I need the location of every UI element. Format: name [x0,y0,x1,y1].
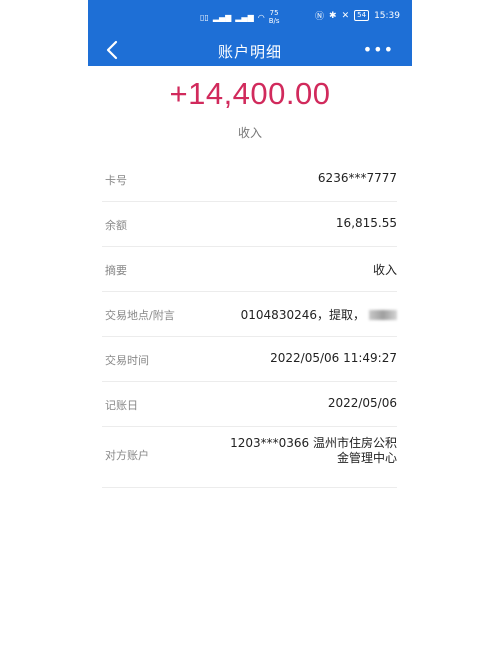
redacted-text [369,310,397,320]
bluetooth-icon: ✱ [329,10,337,21]
detail-row-summary: 摘要 收入 [102,247,397,292]
detail-value: 6236***7777 [317,171,397,185]
detail-value: 2022/05/06 11:49:27 [270,351,397,365]
net-speed: 75 B/s [269,9,280,25]
detail-label: 对方账户 [105,449,149,462]
detail-value: 16,815.55 [335,216,397,230]
status-bar: ▯▯ ▂▄▆ ▂▄▆ ◠ 75 B/s Ⓝ ✱ ✕ 54 15:39 [88,0,412,34]
wifi-icon: ◠ [257,12,265,22]
sim-icon: ▯▯ [200,12,209,22]
mute-icon: ✕ [341,10,350,21]
more-icon: ••• [362,40,394,59]
detail-value: 1203***0366 温州市住房公积 金管理中心 [217,436,397,466]
net-speed-unit: B/s [268,17,280,25]
detail-value-wrap: 0104830246，提取， [241,306,397,323]
status-time: 15:39 [374,10,400,21]
signal-icon: ▂▄▆ [212,12,232,22]
phone-screen: ▯▯ ▂▄▆ ▂▄▆ ◠ 75 B/s Ⓝ ✱ ✕ 54 15:39 账户明细 … [88,0,412,666]
detail-label: 余额 [105,219,127,232]
more-options-button[interactable]: ••• [363,40,394,59]
detail-row-card-number: 卡号 6236***7777 [102,157,397,202]
detail-label: 交易时间 [105,354,149,367]
signal-2-icon: ▂▄▆ [235,12,254,22]
detail-label: 交易地点/附言 [105,309,175,322]
detail-row-balance: 余额 16,815.55 [102,202,397,247]
detail-value-line2: 金管理中心 [336,451,397,465]
detail-row-posting-date: 记账日 2022/05/06 [102,382,397,427]
detail-row-location-memo: 交易地点/附言 0104830246，提取， [102,292,397,337]
detail-label: 记账日 [105,399,138,412]
detail-value: 2022/05/06 [327,396,397,410]
status-left: ▯▯ ▂▄▆ ▂▄▆ ◠ 75 B/s [200,9,280,25]
navigation-bar: 账户明细 ••• [88,34,412,66]
detail-label: 摘要 [105,264,127,277]
detail-label: 卡号 [105,174,127,187]
detail-value-line1: 1203***0366 温州市住房公积 [230,436,397,450]
detail-value: 收入 [372,263,397,277]
status-right: Ⓝ ✱ ✕ 54 15:39 [315,9,400,22]
nfc-icon: Ⓝ [315,12,325,22]
battery-icon: 54 [354,10,370,21]
net-speed-value: 75 [269,9,279,17]
transaction-amount: +14,400.00 [169,76,331,111]
detail-list: 卡号 6236***7777 余额 16,815.55 摘要 收入 交易地点/附… [102,157,397,488]
detail-row-counterparty-account: 对方账户 1203***0366 温州市住房公积 金管理中心 [102,427,397,488]
detail-value: 0104830246，提取， [240,308,365,322]
transaction-type: 收入 [237,126,262,140]
detail-row-transaction-time: 交易时间 2022/05/06 11:49:27 [102,337,397,382]
